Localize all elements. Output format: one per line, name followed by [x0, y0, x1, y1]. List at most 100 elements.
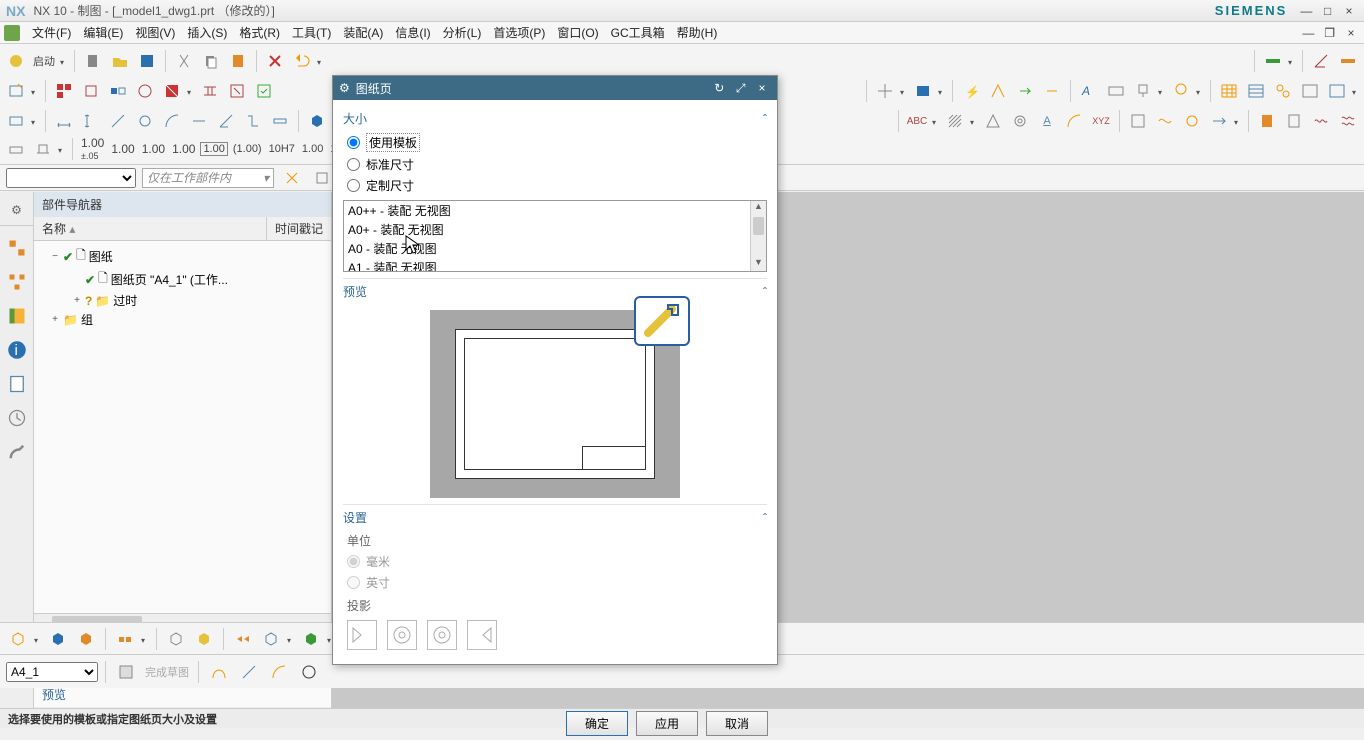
rail-robot[interactable] — [5, 440, 29, 464]
profile-tool[interactable] — [206, 659, 232, 685]
line-tool[interactable] — [236, 659, 262, 685]
thread2[interactable] — [1282, 109, 1306, 133]
undo-button[interactable] — [290, 49, 314, 73]
menu-tools[interactable]: 工具(T) — [286, 22, 337, 43]
start-button[interactable] — [4, 49, 28, 73]
menu-assembly[interactable]: 装配(A) — [337, 22, 389, 43]
dim2[interactable] — [52, 109, 76, 133]
view-wizard-button[interactable] — [52, 79, 76, 103]
menu-insert[interactable]: 插入(S) — [181, 22, 233, 43]
filter-btn2[interactable] — [310, 166, 334, 190]
rail-assembly-navigator[interactable] — [5, 270, 29, 294]
mdi-restore-button[interactable]: ❐ — [1321, 26, 1339, 40]
menu-format[interactable]: 格式(R) — [233, 22, 286, 43]
arc-tool[interactable] — [266, 659, 292, 685]
symbol-c-button[interactable] — [1013, 79, 1037, 103]
angle-tool[interactable] — [1309, 49, 1333, 73]
paste-button[interactable] — [226, 49, 250, 73]
new-sheet-button[interactable] — [4, 79, 28, 103]
base-view-button[interactable] — [79, 79, 103, 103]
cut-button[interactable] — [172, 49, 196, 73]
projected-view-button[interactable] — [106, 79, 130, 103]
rail-history[interactable] — [5, 372, 29, 396]
image-button[interactable] — [911, 79, 935, 103]
open-button[interactable] — [108, 49, 132, 73]
asm5[interactable] — [164, 627, 188, 651]
arc-button[interactable] — [1062, 109, 1086, 133]
thread1[interactable] — [1255, 109, 1279, 133]
triangle-button[interactable] — [981, 109, 1005, 133]
symbol-a-button[interactable]: ⚡ — [959, 79, 983, 103]
center-mark-button[interactable] — [873, 79, 897, 103]
proj-circle1[interactable] — [387, 620, 417, 650]
asm6[interactable] — [192, 627, 216, 651]
target-button[interactable] — [1008, 109, 1032, 133]
menu-window[interactable]: 窗口(O) — [551, 22, 604, 43]
datum-button[interactable] — [1131, 79, 1155, 103]
menu-prefs[interactable]: 首选项(P) — [487, 22, 551, 43]
sk3[interactable] — [1180, 109, 1204, 133]
list-item[interactable]: A0 - 装配 无视图 — [344, 239, 750, 258]
new-button[interactable] — [81, 49, 105, 73]
menu-info[interactable]: 信息(I) — [389, 22, 436, 43]
balloon-button[interactable] — [1169, 79, 1193, 103]
dialog-expand-button[interactable]: ⤢ — [732, 81, 750, 96]
filter-scope-combo[interactable]: 仅在工作部件内▾ — [142, 168, 274, 188]
ruler-tool[interactable] — [1336, 49, 1360, 73]
wave1[interactable] — [1309, 109, 1333, 133]
note-button[interactable]: A — [1077, 79, 1101, 103]
tol-icon1[interactable] — [4, 137, 28, 161]
rail-part-navigator[interactable] — [5, 236, 29, 260]
detail-view-button[interactable] — [133, 79, 157, 103]
table-button[interactable] — [1217, 79, 1241, 103]
symbol-d-button[interactable] — [1040, 79, 1064, 103]
ok-button[interactable]: 确定 — [566, 711, 628, 736]
dialog-titlebar[interactable]: ⚙ 图纸页 ↻ ⤢ × — [333, 76, 777, 100]
dialog-reset-button[interactable]: ↻ — [710, 81, 728, 95]
menu-edit[interactable]: 编辑(E) — [77, 22, 129, 43]
listbox-scrollbar[interactable]: ▲▼ — [750, 201, 766, 271]
autoballoon-button[interactable] — [1271, 79, 1295, 103]
abc-button[interactable]: ABC — [905, 109, 929, 133]
menu-analysis[interactable]: 分析(L) — [437, 22, 488, 43]
break-view-button[interactable] — [198, 79, 222, 103]
sk4[interactable] — [1207, 109, 1231, 133]
list-item[interactable]: A1 - 装配 无视图 — [344, 258, 750, 271]
section-settings[interactable]: 设置ˆ — [343, 504, 767, 530]
dim10[interactable] — [268, 109, 292, 133]
circle-tool[interactable] — [296, 659, 322, 685]
symbol-b-button[interactable] — [986, 79, 1010, 103]
rail-reuse-library[interactable] — [5, 304, 29, 328]
section-view-button[interactable] — [160, 79, 184, 103]
maximize-button[interactable]: □ — [1319, 4, 1337, 18]
cancel-button[interactable]: 取消 — [706, 711, 768, 736]
dim3[interactable] — [79, 109, 103, 133]
hatch-button[interactable] — [943, 109, 967, 133]
mdi-close-button[interactable]: × — [1342, 26, 1360, 40]
sketch-in-task[interactable] — [113, 659, 139, 685]
apply-button[interactable]: 应用 — [636, 711, 698, 736]
mdi-minimize-button[interactable]: — — [1299, 26, 1317, 40]
dim7[interactable] — [187, 109, 211, 133]
breakout-button[interactable] — [225, 79, 249, 103]
menu-gctoolbox[interactable]: GC工具箱 — [605, 22, 671, 43]
resource-gear-icon[interactable]: ⚙ — [0, 196, 33, 226]
menu-help[interactable]: 帮助(H) — [671, 22, 724, 43]
asm1[interactable] — [6, 627, 30, 651]
update-views-button[interactable] — [252, 79, 276, 103]
asm4[interactable] — [113, 627, 137, 651]
proj-first-angle[interactable] — [347, 620, 377, 650]
measure-button[interactable] — [1261, 49, 1285, 73]
dim4[interactable] — [106, 109, 130, 133]
delete-button[interactable] — [263, 49, 287, 73]
hole-table-button[interactable] — [1298, 79, 1322, 103]
asm3[interactable] — [74, 627, 98, 651]
dialog-close-button[interactable]: × — [753, 81, 771, 95]
list-item[interactable]: A0+ - 装配 无视图 — [344, 220, 750, 239]
filter-btn1[interactable] — [280, 166, 304, 190]
a-underline-button[interactable]: A — [1035, 109, 1059, 133]
section-preview[interactable]: 预览ˆ — [343, 278, 767, 304]
dim-cube[interactable] — [305, 109, 329, 133]
filter-type-select[interactable] — [6, 168, 136, 188]
dim8[interactable] — [214, 109, 238, 133]
